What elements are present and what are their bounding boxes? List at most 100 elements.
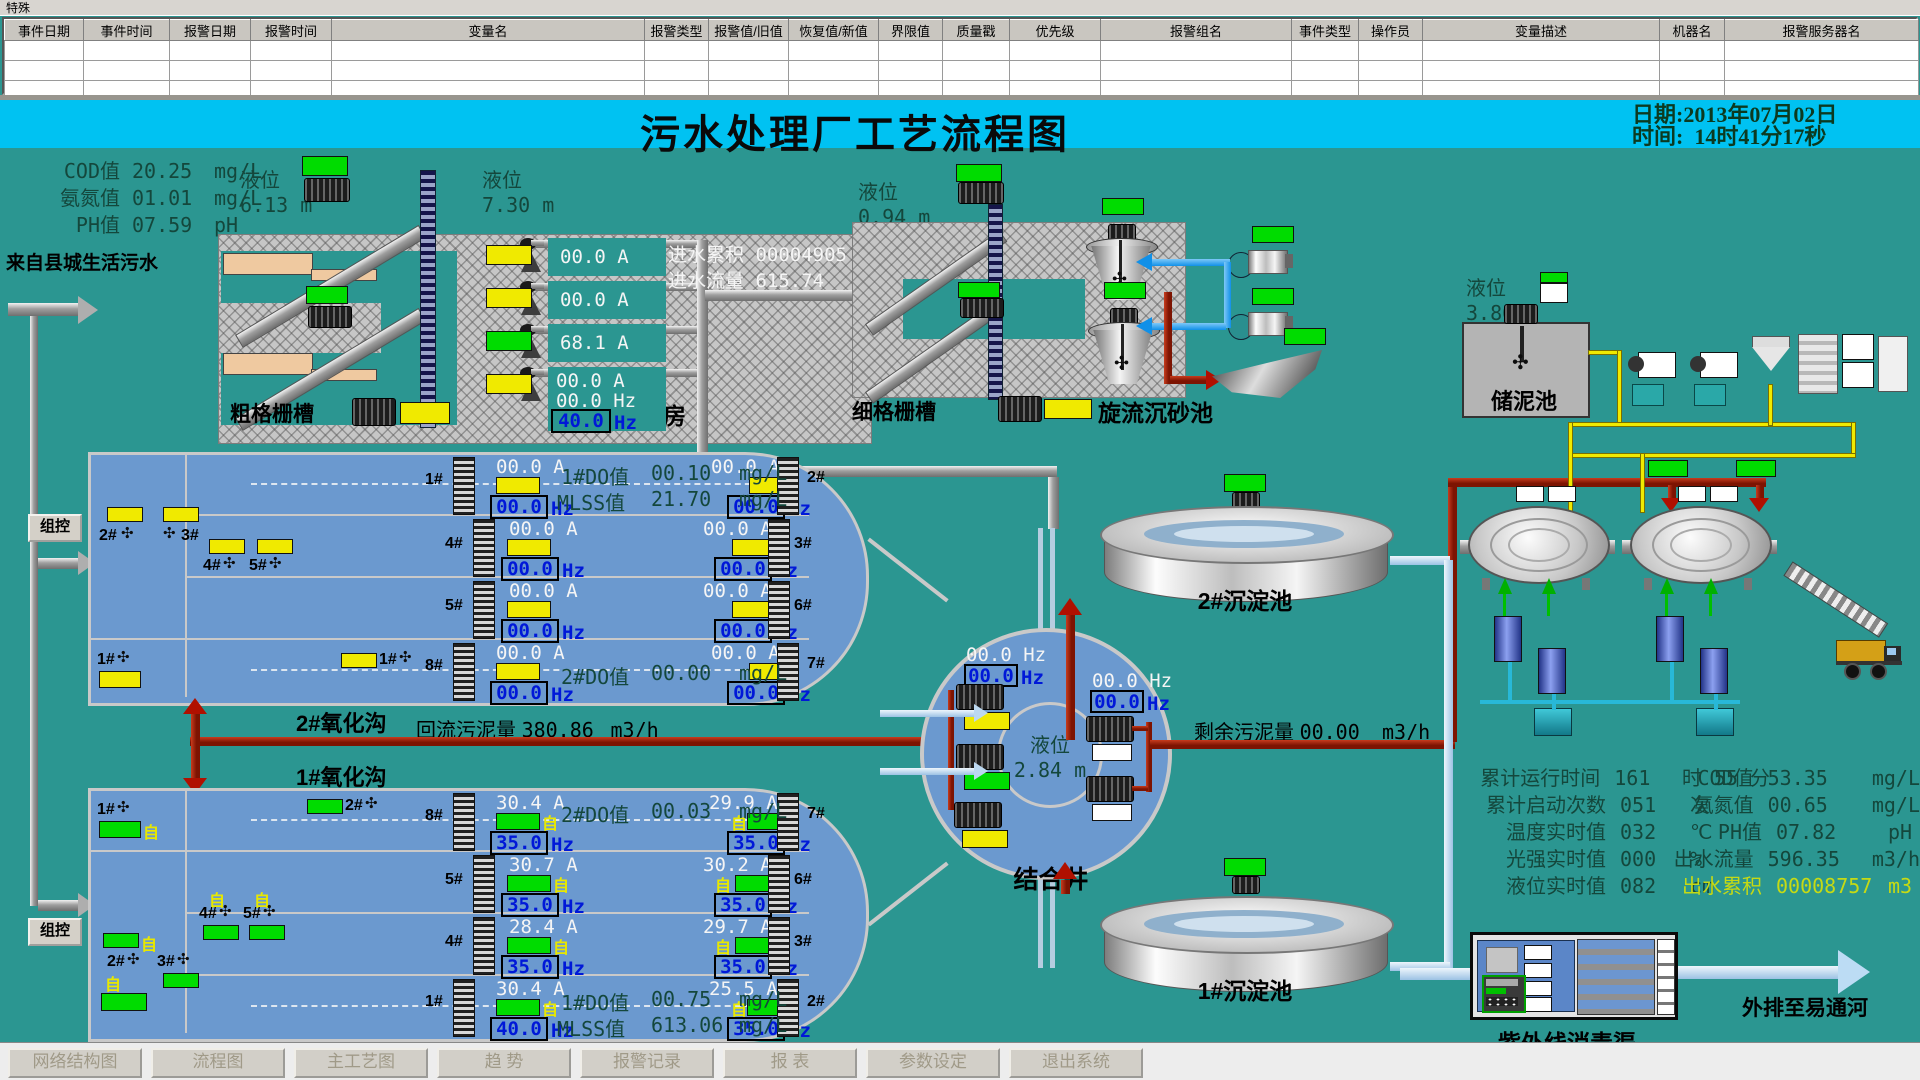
rotor-status-indicator (496, 663, 540, 680)
grit1-status-indicator (1102, 198, 1144, 215)
alarm-col-header[interactable]: 报警服务器名 (1725, 20, 1919, 41)
rotor-brush-icon (453, 643, 475, 701)
alarm-col-header[interactable]: 恢复值/新值 (789, 20, 879, 41)
rotor-frequency-setpoint[interactable]: 00.0 (490, 495, 548, 519)
uv-inlet-pipe (1400, 968, 1472, 980)
stat-unit: m3/h (1872, 847, 1920, 871)
rotor-frequency-setpoint[interactable]: 35.0 (490, 831, 548, 855)
rotor-number: 1# (425, 993, 443, 1011)
alarm-col-header[interactable]: 报警值/旧值 (709, 20, 789, 41)
mixer-number: 4# (203, 557, 221, 575)
rotor-frequency-setpoint[interactable]: 35.0 (714, 955, 772, 979)
alarm-col-header[interactable]: 报警时间 (251, 20, 332, 41)
rotor-frequency-setpoint[interactable]: 35.0 (714, 893, 772, 917)
thickener1-status-indicator (1648, 460, 1688, 477)
rotor-current: 00.0 A (509, 580, 578, 602)
group-control-button-2[interactable]: 组控 (28, 514, 82, 542)
alarm-col-header[interactable]: 质量戳 (943, 20, 1010, 41)
menu-item-special[interactable]: 特殊 (6, 1, 30, 15)
air-arrow-icon (1136, 253, 1152, 271)
thickener-1 (1460, 498, 1615, 590)
junction-right-setpoint[interactable]: 00.0 (1090, 690, 1144, 713)
nav-button-trend[interactable]: 趋 势 (437, 1048, 571, 1078)
hz-unit: Hz (551, 834, 574, 856)
mixer-status-indicator (163, 973, 199, 988)
do-label: 1#DO值 (561, 987, 629, 1016)
rotor-frequency-setpoint[interactable]: 00.0 (501, 557, 559, 581)
alarm-col-header[interactable]: 机器名 (1660, 20, 1725, 41)
fine-screen-label: 细格栅槽 (852, 396, 936, 426)
weir-block (223, 353, 313, 375)
group-control-button-1[interactable]: 组控 (28, 918, 82, 946)
alarm-col-header[interactable]: 报警组名 (1101, 20, 1292, 41)
junction-maroon-stub (1132, 786, 1148, 791)
feed-pipe (8, 303, 78, 316)
alarm-col-header[interactable]: 界限值 (879, 20, 943, 41)
alarm-col-header[interactable]: 优先级 (1010, 20, 1101, 41)
pump2-current: 00.0 A (560, 289, 629, 311)
mixer-status-indicator (163, 507, 199, 522)
alarm-col-header[interactable]: 事件日期 (5, 20, 84, 41)
uv-controller[interactable] (1482, 975, 1526, 1013)
alarm-col-header[interactable]: 报警日期 (170, 20, 251, 41)
nav-button-alarm-log[interactable]: 报警记录 (580, 1048, 714, 1078)
grit-pump1-status-indicator (1252, 226, 1294, 243)
metric-label: 氨氮值 (24, 182, 120, 211)
alarm-col-header[interactable]: 报警类型 (645, 20, 709, 41)
sludge-storage-tank: ✣ 储泥池 (1462, 322, 1590, 418)
mixer-status-indicator (103, 933, 139, 948)
weir-block (223, 253, 313, 275)
do-label: 2#DO值 (561, 799, 629, 828)
alarm-col-header[interactable]: 操作员 (1359, 20, 1423, 41)
time-label: 时间: 14时41分17秒 (1632, 125, 1826, 149)
clarifier2-sludge-riser (1066, 614, 1075, 740)
rotor-frequency-setpoint[interactable]: 00.0 (490, 681, 548, 705)
mixer-icon: ✣ (223, 557, 236, 571)
rotor-frequency-setpoint[interactable]: 35.0 (501, 955, 559, 979)
feed-up-arrow-icon (1704, 578, 1718, 594)
rotor-frequency-setpoint[interactable]: 00.0 (501, 619, 559, 643)
alarm-col-header[interactable]: 事件时间 (84, 20, 170, 41)
rotor-frequency-setpoint[interactable]: 35.0 (501, 893, 559, 917)
junction-level-label: 液位 (1030, 729, 1070, 758)
pump1-current: 00.0 A (560, 246, 629, 268)
fine-drive-status-indicator (1044, 399, 1092, 419)
pump4-frequency-setpoint[interactable]: 40.0 (551, 409, 611, 433)
mixer-status-indicator (101, 993, 147, 1011)
sand-classifier (1212, 350, 1322, 398)
rotor-brush-icon (768, 855, 790, 913)
feed-up-arrow-icon (1498, 578, 1512, 594)
thickener-drop (1668, 485, 1676, 499)
feed-riser (30, 316, 38, 906)
cyan-line (1714, 694, 1718, 710)
metric-label: PH值 (24, 209, 120, 238)
rotor-frequency-setpoint[interactable]: 00.0 (714, 557, 772, 581)
mixer-number: 1# (97, 801, 115, 819)
screen-drive-status-indicator (400, 402, 450, 424)
yellow-pipe (1568, 422, 1856, 427)
clarifier1-status-indicator (1224, 858, 1266, 876)
influent-metrics: COD值20.25mg/L 氨氮值01.01mg/L PH值07.59pH (24, 155, 274, 236)
screen1-motor-icon (304, 178, 350, 202)
rotor-frequency-setpoint[interactable]: 00.0 (714, 619, 772, 643)
nav-button-report[interactable]: 报 表 (723, 1048, 857, 1078)
alarm-col-header[interactable]: 事件类型 (1292, 20, 1359, 41)
nav-button-parameters[interactable]: 参数设定 (866, 1048, 1000, 1078)
junction-maroon-out (1146, 722, 1152, 792)
nav-button-flow[interactable]: 流程图 (151, 1048, 285, 1078)
mixer-icon: ✣ (219, 905, 232, 919)
mixer-status-indicator (249, 925, 285, 940)
alarm-col-header[interactable]: 变量描述 (1423, 20, 1660, 41)
rotor-frequency-setpoint[interactable]: 40.0 (490, 1017, 548, 1041)
alarm-col-header[interactable]: 变量名 (332, 20, 645, 41)
sludge-tank-instrument (1540, 283, 1568, 303)
feed-up-arrow-icon (1660, 578, 1674, 594)
do-value: 00.75 (651, 987, 711, 1011)
nav-button-network[interactable]: 网络结构图 (8, 1048, 142, 1078)
feed-line (1665, 594, 1668, 616)
rotor-number: 6# (794, 597, 812, 615)
nav-button-main-process[interactable]: 主工艺图 (294, 1048, 428, 1078)
junction-left-hz: 00.0 Hz (966, 644, 1046, 666)
nav-button-exit[interactable]: 退出系统 (1009, 1048, 1143, 1078)
alarm-header-row: 事件日期 事件时间 报警日期 报警时间 变量名 报警类型 报警值/旧值 恢复值/… (5, 20, 1919, 41)
